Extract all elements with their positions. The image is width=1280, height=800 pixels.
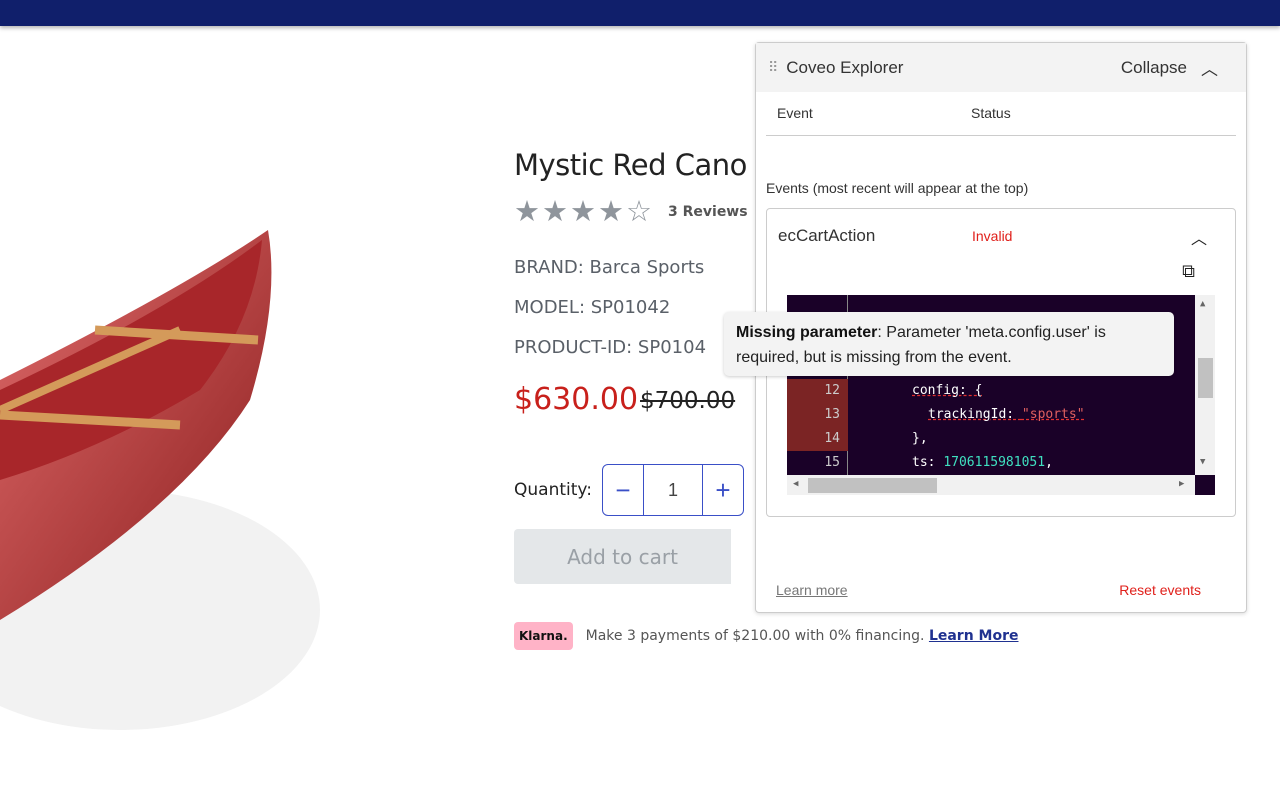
klarna-financing: Klarna. Make 3 payments of $210.00 with … bbox=[514, 622, 1019, 650]
chevron-up-icon[interactable]: ︿ bbox=[1191, 225, 1207, 249]
line-number: 14 bbox=[787, 427, 848, 451]
collapse-button[interactable]: Collapse ︿ bbox=[1121, 55, 1218, 80]
event-name[interactable]: ecCartAction bbox=[778, 226, 875, 246]
brand: BRAND: Barca Sports bbox=[514, 257, 705, 278]
line-number: 12 bbox=[787, 379, 848, 403]
decrease-quantity-button[interactable]: − bbox=[603, 465, 643, 515]
collapse-label: Collapse bbox=[1120, 57, 1187, 77]
klarna-text: Make 3 payments of $210.00 with 0% finan… bbox=[585, 628, 925, 644]
klarna-learn-more-link[interactable]: Learn More bbox=[929, 628, 1019, 644]
events-label: Events (most recent will appear at the t… bbox=[766, 180, 1029, 196]
star-filled-icon: ★ bbox=[542, 196, 568, 228]
reviews-link[interactable]: 3 Reviews bbox=[668, 204, 748, 220]
vertical-scrollbar[interactable]: ▲ ▼ bbox=[1195, 295, 1215, 475]
quantity-stepper: − 1 + bbox=[602, 464, 744, 516]
product-image-canoe bbox=[0, 230, 320, 730]
copy-icon[interactable]: ⧉ bbox=[1182, 261, 1195, 282]
line-number: 15 bbox=[824, 455, 840, 470]
quantity-label: Quantity: bbox=[514, 480, 592, 500]
code-line: trackingId: "sports" bbox=[928, 407, 1085, 422]
drag-handle-icon[interactable]: ⠿ bbox=[768, 59, 778, 76]
explorer-title: Coveo Explorer bbox=[786, 57, 904, 77]
events-table-header: Event Status bbox=[766, 105, 1236, 136]
star-filled-icon: ★ bbox=[514, 196, 540, 228]
increase-quantity-button[interactable]: + bbox=[703, 465, 743, 515]
code-line: }, bbox=[912, 431, 928, 446]
rating-stars: ★ ★ ★ ★ ☆ 3 Reviews bbox=[514, 197, 748, 227]
code-line: ts: 1706115981051, bbox=[912, 455, 1053, 470]
product-id: PRODUCT-ID: SP0104 bbox=[514, 337, 707, 358]
star-filled-icon: ★ bbox=[598, 196, 624, 228]
horizontal-scrollbar[interactable]: ◀ ▶ bbox=[787, 475, 1195, 495]
top-nav-bar bbox=[0, 0, 1280, 26]
star-filled-icon: ★ bbox=[570, 196, 596, 228]
star-empty-icon: ☆ bbox=[626, 196, 652, 228]
add-to-cart-button[interactable]: Add to cart bbox=[514, 529, 731, 584]
column-event: Event bbox=[777, 105, 813, 121]
explorer-header[interactable]: ⠿ Coveo Explorer Collapse ︿ bbox=[756, 43, 1246, 92]
original-price: $700.00 bbox=[640, 388, 736, 414]
line-number: 13 bbox=[787, 403, 848, 427]
product-title: Mystic Red Cano bbox=[514, 148, 747, 182]
event-status: Invalid bbox=[972, 228, 1013, 244]
quantity-input[interactable]: 1 bbox=[643, 465, 703, 515]
sale-price: $630.00 bbox=[514, 382, 639, 417]
chevron-up-icon: ︿ bbox=[1201, 60, 1218, 79]
tooltip-title: Missing parameter bbox=[736, 324, 878, 341]
validation-tooltip: Missing parameter: Parameter 'meta.confi… bbox=[724, 312, 1174, 376]
learn-more-link[interactable]: Learn more bbox=[776, 582, 848, 598]
column-status: Status bbox=[971, 105, 1011, 121]
reset-events-button[interactable]: Reset events bbox=[1119, 582, 1201, 598]
code-line: config: { bbox=[912, 383, 983, 398]
klarna-logo: Klarna. bbox=[514, 622, 573, 650]
model: MODEL: SP01042 bbox=[514, 297, 671, 318]
